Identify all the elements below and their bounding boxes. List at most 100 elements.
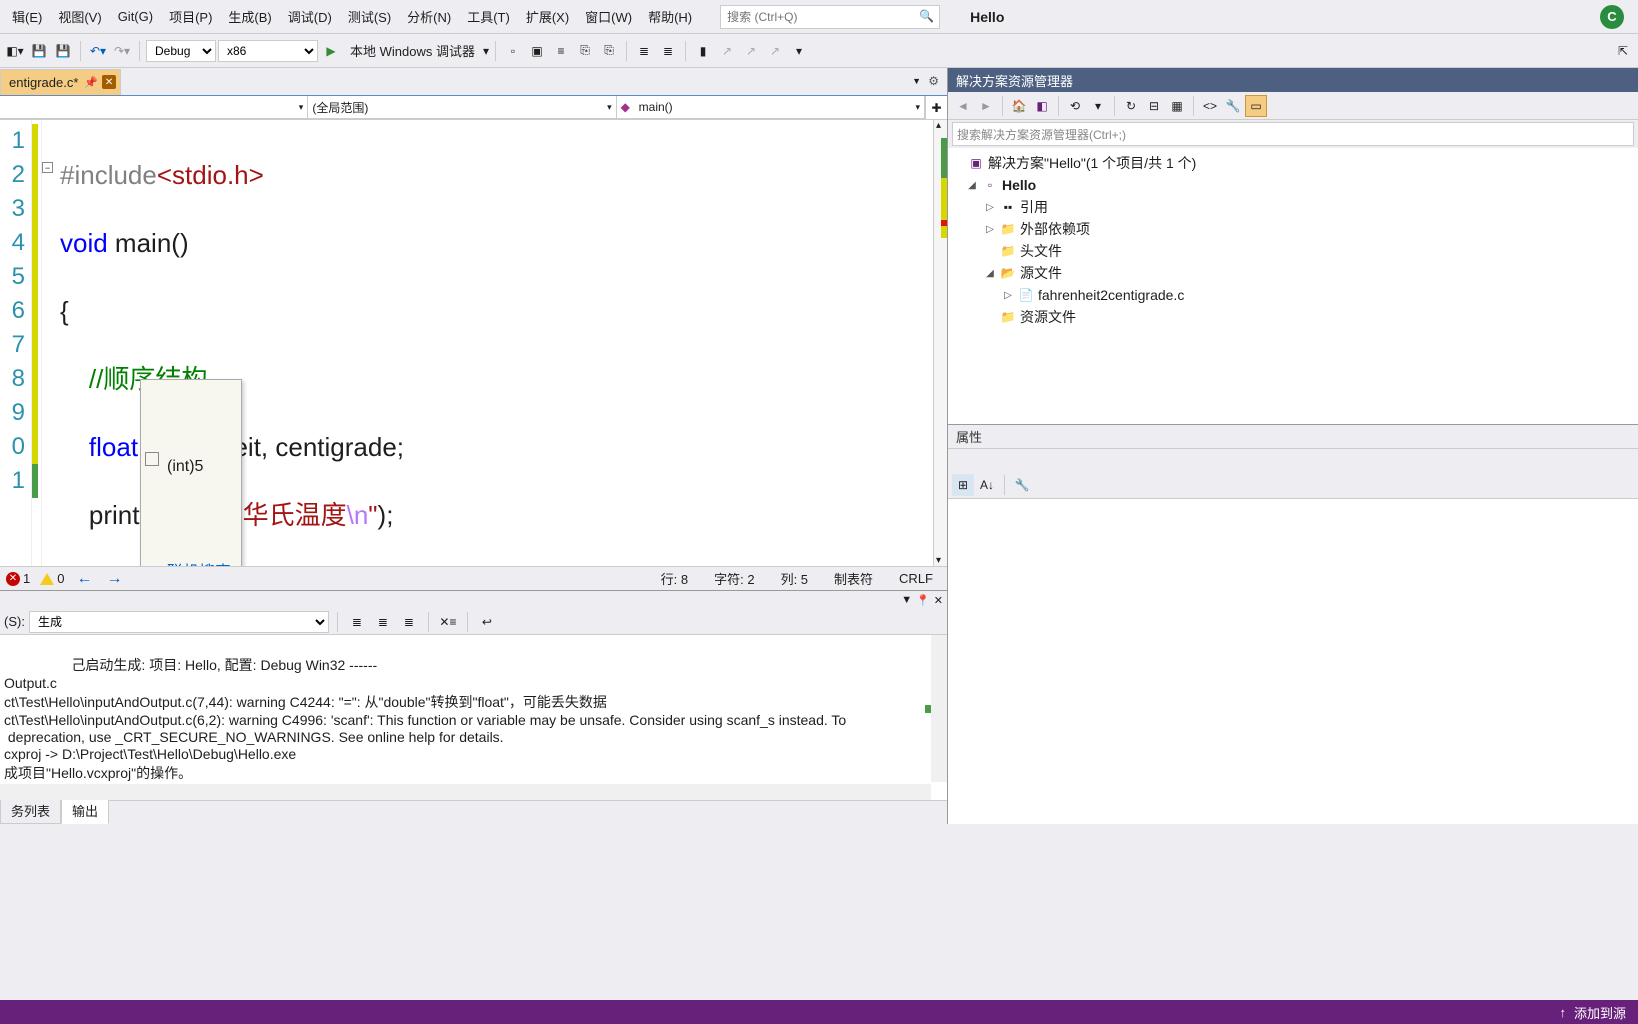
se-switch-icon[interactable]: ◧ (1031, 95, 1053, 117)
menu-edit[interactable]: 辑(E) (4, 3, 50, 30)
source-control-up-icon[interactable]: ↑ (1559, 1005, 1566, 1020)
tree-project[interactable]: ◢▫Hello (952, 174, 1634, 196)
output-wrap-icon[interactable]: ↩ (476, 611, 498, 633)
menu-view[interactable]: 视图(V) (50, 3, 109, 30)
panel-close-icon[interactable]: ✕ (934, 594, 943, 607)
warning-count[interactable]: 0 (40, 571, 64, 586)
debug-target-button[interactable]: 本地 Windows 调试器 (344, 41, 481, 60)
scroll-down-icon[interactable]: ▾ (936, 555, 941, 566)
platform-dropdown[interactable]: x86 (218, 40, 318, 62)
tree-headers[interactable]: 📁头文件 (952, 240, 1634, 262)
properties-grid[interactable] (948, 499, 1638, 824)
global-search[interactable]: 🔍 (720, 5, 940, 29)
error-count[interactable]: ✕1 (6, 571, 30, 586)
bookmark-icon[interactable]: ▮ (692, 40, 714, 62)
se-properties-icon[interactable]: 🔧 (1222, 95, 1244, 117)
code-editor[interactable]: 1 2 3 4 5 6 7 8 9 0 1 − #include<stdio.h… (0, 120, 947, 566)
play-icon[interactable]: ▶ (320, 40, 342, 62)
menu-build[interactable]: 生成(B) (220, 3, 279, 30)
menu-extensions[interactable]: 扩展(X) (518, 3, 577, 30)
gear-icon[interactable]: ⚙ (928, 74, 939, 88)
panel-pin-icon[interactable]: 📍 (916, 594, 930, 607)
tree-source-file[interactable]: ▷📄fahrenheit2centigrade.c (952, 284, 1634, 306)
user-avatar[interactable]: C (1600, 5, 1624, 29)
outdent-icon[interactable]: ≣ (657, 40, 679, 62)
undo-icon[interactable]: ↶▾ (87, 40, 109, 62)
toolbar-icon-5[interactable]: ⎘ (598, 40, 620, 62)
toolbar-overflow-icon[interactable]: ▾ (788, 40, 810, 62)
se-fwd-icon[interactable]: ► (975, 95, 997, 117)
panel-dropdown-icon[interactable]: ▼ (901, 594, 912, 606)
code-area[interactable]: #include<stdio.h> void main() { //顺序结构 f… (56, 120, 933, 566)
tab-tasklist[interactable]: 务列表 (0, 797, 61, 824)
indent-mode[interactable]: 制表符 (826, 569, 881, 588)
menu-test[interactable]: 测试(S) (340, 3, 399, 30)
se-home-icon[interactable]: 🏠 (1008, 95, 1030, 117)
se-filter-icon[interactable]: ▾ (1087, 95, 1109, 117)
search-input[interactable] (727, 6, 915, 28)
se-sync-icon[interactable]: ⟲ (1064, 95, 1086, 117)
navbar-scope-dropdown[interactable]: (全局范围) (308, 96, 616, 119)
se-code-icon[interactable]: <> (1199, 95, 1221, 117)
menu-help[interactable]: 帮助(H) (640, 3, 700, 30)
toolbar-icon-1[interactable]: ▫ (502, 40, 524, 62)
menu-project[interactable]: 项目(P) (161, 3, 220, 30)
toolbar-icon-3[interactable]: ≡ (550, 40, 572, 62)
toolbar-icon-7[interactable]: ↗ (740, 40, 762, 62)
tab-dropdown-icon[interactable]: ▼ (912, 76, 921, 86)
se-back-icon[interactable]: ◄ (952, 95, 974, 117)
output-source-dropdown[interactable]: 生成 (29, 611, 329, 633)
menu-analyze[interactable]: 分析(N) (399, 3, 459, 30)
scrollbar-v[interactable] (931, 635, 947, 782)
menu-git[interactable]: Git(G) (110, 5, 161, 28)
toolbar-icon-6[interactable]: ↗ (716, 40, 738, 62)
props-alpha-icon[interactable]: A↓ (976, 474, 998, 496)
tab-output[interactable]: 输出 (61, 797, 109, 824)
menu-tools[interactable]: 工具(T) (459, 3, 518, 30)
se-show-all-icon[interactable]: ▦ (1166, 95, 1188, 117)
scrollbar-h[interactable] (0, 784, 931, 800)
eol-mode[interactable]: CRLF (891, 571, 941, 586)
tree-sources[interactable]: ◢📂源文件 (952, 262, 1634, 284)
toolbar-icon-4[interactable]: ⎘ (574, 40, 596, 62)
output-clear-icon[interactable]: ✕≡ (437, 611, 459, 633)
navbar-member-dropdown[interactable]: ◆main() (617, 96, 925, 119)
pin-icon[interactable]: 📌 (84, 76, 98, 89)
indent-icon[interactable]: ≣ (633, 40, 655, 62)
output-icon-1[interactable]: ≣ (346, 611, 368, 633)
tree-references[interactable]: ▷▪▪引用 (952, 196, 1634, 218)
nav-back-icon[interactable]: ← (74, 570, 94, 588)
save-icon[interactable]: 💾 (28, 40, 50, 62)
se-preview-icon[interactable]: ▭ (1245, 95, 1267, 117)
tree-external-deps[interactable]: ▷📁外部依赖项 (952, 218, 1634, 240)
props-categorized-icon[interactable]: ⊞ (952, 474, 974, 496)
solution-search-input[interactable]: 搜索解决方案资源管理器(Ctrl+;) (952, 122, 1634, 146)
tooltip-search-link[interactable]: 联机搜索 (141, 554, 241, 566)
solution-tree[interactable]: ▣解决方案"Hello"(1 个项目/共 1 个) ◢▫Hello ▷▪▪引用 … (948, 148, 1638, 424)
new-item-icon[interactable]: ◧▾ (4, 40, 26, 62)
output-icon-2[interactable]: ≣ (372, 611, 394, 633)
redo-icon[interactable]: ↷▾ (111, 40, 133, 62)
se-collapse-icon[interactable]: ⊟ (1143, 95, 1165, 117)
toolbar-icon-8[interactable]: ↗ (764, 40, 786, 62)
overview-ruler[interactable]: ▴ ▾ (933, 120, 947, 566)
menu-window[interactable]: 窗口(W) (577, 3, 640, 30)
toolbar-icon-2[interactable]: ▣ (526, 40, 548, 62)
document-tab[interactable]: entigrade.c* 📌 ✕ (0, 69, 121, 95)
navbar-project-dropdown[interactable] (0, 96, 308, 119)
output-icon-3[interactable]: ≣ (398, 611, 420, 633)
menu-debug[interactable]: 调试(D) (280, 3, 340, 30)
save-all-icon[interactable]: 💾 (52, 40, 74, 62)
config-dropdown[interactable]: Debug (146, 40, 216, 62)
close-icon[interactable]: ✕ (102, 75, 116, 89)
se-refresh-icon[interactable]: ↻ (1120, 95, 1142, 117)
nav-fwd-icon[interactable]: → (104, 570, 124, 588)
tree-resources[interactable]: 📁资源文件 (952, 306, 1634, 328)
output-text[interactable]: 己启动生成: 项目: Hello, 配置: Debug Win32 ------… (0, 635, 947, 800)
tree-solution[interactable]: ▣解决方案"Hello"(1 个项目/共 1 个) (952, 152, 1634, 174)
props-wrench-icon[interactable]: 🔧 (1011, 474, 1033, 496)
split-editor-icon[interactable]: ✚ (925, 96, 947, 119)
share-icon[interactable]: ⇱ (1612, 40, 1634, 62)
add-to-source-button[interactable]: 添加到源 (1574, 1003, 1626, 1022)
fold-icon[interactable]: − (42, 162, 53, 173)
